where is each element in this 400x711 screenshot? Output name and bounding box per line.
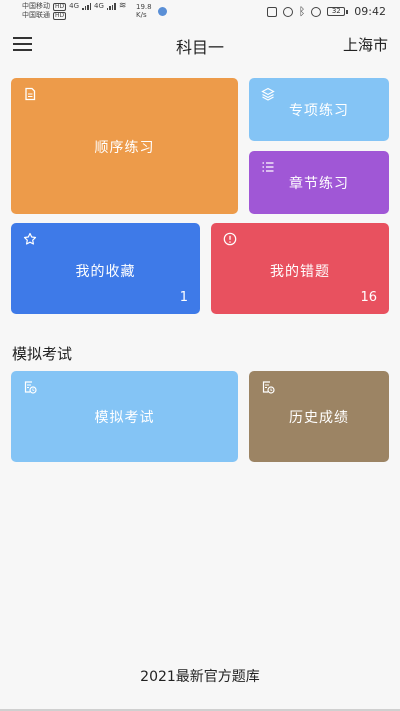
carrier-2: 中国联通 <box>22 11 50 19</box>
page-title: 科目一 <box>175 38 224 57</box>
layers-icon <box>261 87 275 101</box>
star-icon <box>23 232 37 245</box>
network-speed: 19.8 K/s <box>136 3 152 19</box>
history-record-icon <box>262 381 275 394</box>
list-icon <box>262 162 274 172</box>
status-icons: ᛒ 32 09:42 <box>266 5 386 18</box>
history-scores-tile[interactable]: 历史成绩 <box>249 371 389 462</box>
battery-level: 32 <box>327 7 346 16</box>
status-bar: 中国移动 HD 4G 4G ≋ 中国联通 HD 19.8 K/s ᛒ 32 09… <box>0 0 400 26</box>
chapter-practice-label: 章节练习 <box>289 176 349 192</box>
mistakes-tile[interactable]: 我的错题 16 <box>211 223 389 314</box>
hd-badge-1: HD <box>53 2 67 11</box>
city-selector[interactable]: 上海市 <box>343 34 388 55</box>
app-notification-icon <box>158 7 167 16</box>
sequential-practice-label: 顺序练习 <box>94 140 155 156</box>
carrier-1: 中国移动 <box>22 2 50 10</box>
clock: 09:42 <box>354 5 386 18</box>
special-practice-tile[interactable]: 专项练习 <box>249 78 389 141</box>
alert-circle-icon <box>223 232 237 246</box>
exam-clock-icon <box>24 381 37 394</box>
chapter-practice-tile[interactable]: 章节练习 <box>249 151 389 214</box>
signal-icon-1 <box>82 3 92 10</box>
history-scores-label: 历史成绩 <box>289 410 349 426</box>
footer-text: 2021最新官方题库 <box>140 669 260 685</box>
favorites-count: 1 <box>179 290 188 305</box>
favorites-label: 我的收藏 <box>75 264 136 280</box>
mock-exam-label: 模拟考试 <box>94 410 155 426</box>
mistakes-label: 我的错题 <box>270 264 330 280</box>
top-navbar: 科目一 上海市 <box>0 26 400 64</box>
nfc-icon <box>266 6 277 17</box>
wifi-icon: ≋ <box>118 1 127 11</box>
bluetooth-icon: ᛒ <box>298 5 306 18</box>
document-icon <box>25 87 36 101</box>
mock-exam-tile[interactable]: 模拟考试 <box>11 371 238 462</box>
special-practice-label: 专项练习 <box>289 103 349 119</box>
sequential-practice-tile[interactable]: 顺序练习 <box>11 78 238 214</box>
hd-badge-2: HD <box>53 11 67 20</box>
mute-icon <box>311 6 322 17</box>
battery-icon: 32 <box>327 7 349 16</box>
mistakes-count: 16 <box>360 290 377 305</box>
network-type-2: 4G <box>94 2 104 10</box>
mock-exam-section-title: 模拟考试 <box>12 345 73 363</box>
network-type-1: 4G <box>69 2 80 10</box>
carrier-info: 中国移动 HD 4G 4G ≋ 中国联通 HD <box>22 2 126 20</box>
signal-icon-2 <box>106 3 116 10</box>
favorites-tile[interactable]: 我的收藏 1 <box>11 223 200 314</box>
alarm-icon <box>282 6 293 17</box>
